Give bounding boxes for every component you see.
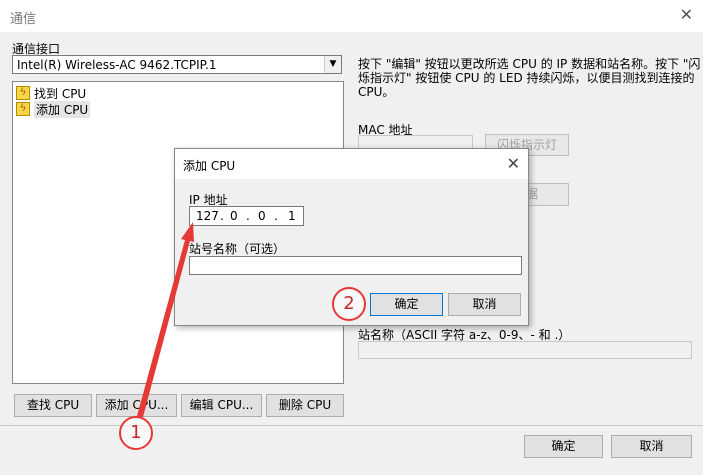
- annotation-overlay: [137, 222, 194, 417]
- arrow-annotation: [137, 222, 194, 417]
- annotation-marker-1: 1: [119, 416, 153, 450]
- annotation-marker-2: 2: [332, 287, 366, 321]
